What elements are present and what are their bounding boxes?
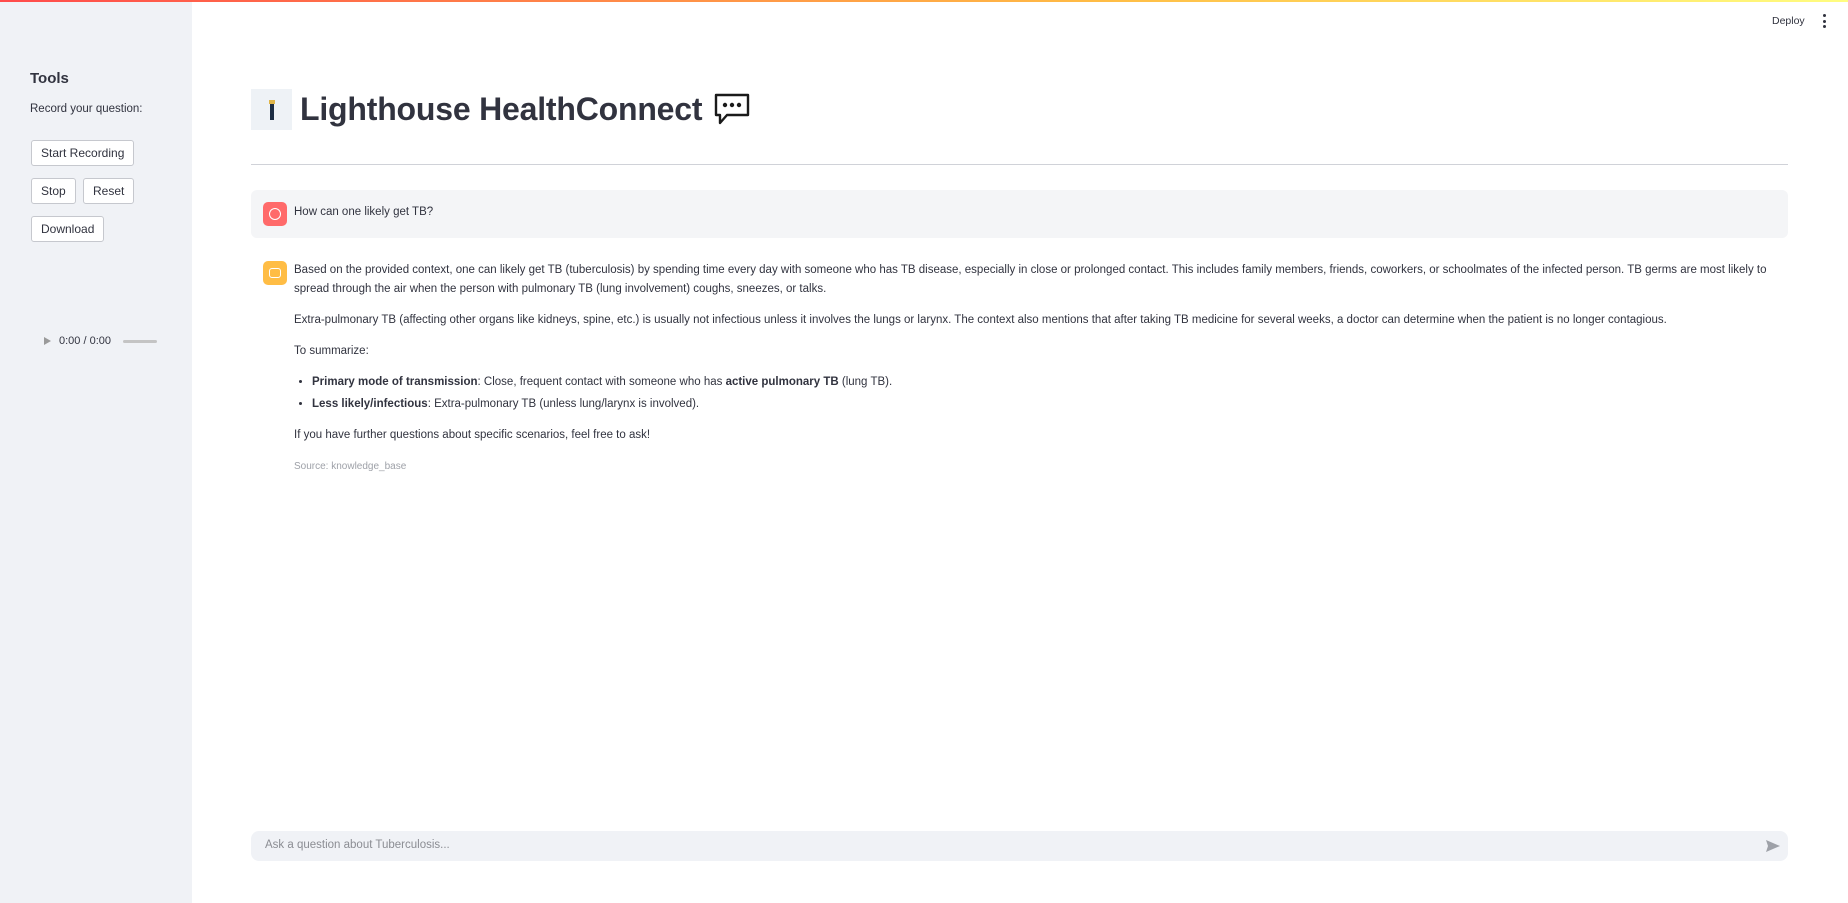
deploy-button[interactable]: Deploy bbox=[1772, 15, 1805, 27]
reset-button[interactable]: Reset bbox=[83, 178, 135, 204]
sidebar-subtitle: Record your question: bbox=[30, 103, 143, 115]
bullet-1-bold-2: active pulmonary TB bbox=[725, 376, 839, 388]
download-button[interactable]: Download bbox=[31, 216, 105, 242]
answer-paragraph-2: Extra-pulmonary TB (affecting other orga… bbox=[294, 314, 1667, 326]
kebab-menu-icon[interactable] bbox=[1822, 14, 1826, 28]
sidebar-title: Tools bbox=[30, 70, 69, 87]
audio-time: 0:00 / 0:00 bbox=[59, 335, 111, 347]
answer-paragraph-4: If you have further questions about spec… bbox=[294, 429, 651, 441]
answer-source: Source: knowledge_base bbox=[294, 461, 407, 472]
speech-bubble-icon bbox=[715, 93, 750, 125]
answer-bullet-list: Primary mode of transmission: Close, fre… bbox=[312, 373, 1774, 414]
chat-input[interactable]: Ask a question about Tuberculosis... bbox=[251, 831, 1788, 861]
answer-paragraph-3: To summarize: bbox=[294, 345, 369, 357]
bullet-2-text: : Extra-pulmonary TB (unless lung/larynx… bbox=[427, 398, 700, 410]
assistant-message: Based on the provided context, one can l… bbox=[294, 261, 1774, 476]
audio-player: 0:00 / 0:00 bbox=[44, 333, 157, 349]
page-title-row: Lighthouse HealthConnect bbox=[251, 86, 751, 132]
send-arrow-icon[interactable] bbox=[1765, 839, 1781, 853]
user-message: How can one likely get TB? bbox=[251, 190, 1788, 238]
user-message-text: How can one likely get TB? bbox=[294, 206, 434, 218]
list-item: Less likely/infectious: Extra-pulmonary … bbox=[312, 395, 1774, 414]
list-item: Primary mode of transmission: Close, fre… bbox=[312, 373, 1774, 392]
user-face-icon bbox=[263, 202, 287, 226]
bullet-2-bold: Less likely/infectious bbox=[312, 398, 428, 410]
top-decoration-bar bbox=[0, 0, 1848, 2]
chat-input-placeholder: Ask a question about Tuberculosis... bbox=[265, 839, 450, 851]
page-title: Lighthouse HealthConnect bbox=[300, 90, 703, 127]
sidebar: Tools Record your question: Start Record… bbox=[0, 2, 192, 903]
bullet-1-bold: Primary mode of transmission bbox=[312, 376, 478, 388]
start-recording-button[interactable]: Start Recording bbox=[31, 140, 135, 166]
robot-icon bbox=[263, 261, 287, 285]
title-divider bbox=[251, 164, 1788, 165]
answer-paragraph-1: Based on the provided context, one can l… bbox=[294, 264, 1767, 295]
stop-button[interactable]: Stop bbox=[31, 178, 76, 204]
play-icon[interactable] bbox=[44, 337, 51, 345]
bullet-1-text-b: (lung TB). bbox=[838, 376, 893, 388]
audio-progress-track[interactable] bbox=[123, 339, 157, 343]
bullet-1-text-a: : Close, frequent contact with someone w… bbox=[477, 376, 726, 388]
lighthouse-logo-icon bbox=[251, 88, 292, 130]
